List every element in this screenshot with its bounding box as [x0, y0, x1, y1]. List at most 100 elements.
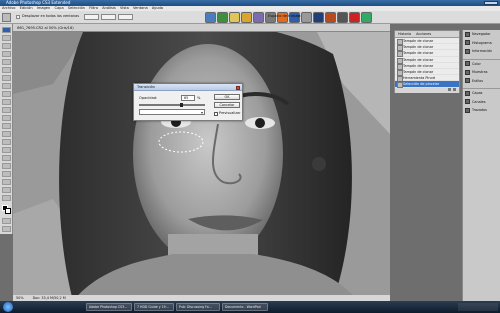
panel-histogram[interactable]: Histograma	[463, 39, 500, 48]
zoom-level[interactable]: 50%	[16, 296, 24, 300]
document-info[interactable]: Doc: 33,4 M/50,2 M	[33, 296, 66, 300]
hand-tool-icon[interactable]	[2, 187, 11, 193]
bridge-icon[interactable]	[325, 12, 336, 23]
close-icon[interactable]	[236, 85, 240, 90]
history-panel: Historia Acciones Tampón de clonar Tampó…	[394, 30, 460, 93]
panel-navigator[interactable]: Navegador	[463, 30, 500, 39]
blur-tool-icon[interactable]	[2, 123, 11, 129]
globe-icon[interactable]	[217, 12, 228, 23]
menu-seleccion[interactable]: Selección	[68, 6, 85, 10]
pen-tool-icon[interactable]	[2, 139, 11, 145]
red-app-icon[interactable]	[349, 12, 360, 23]
panel-info[interactable]: Información	[463, 47, 500, 56]
taskbar: Adobe Photoshop CS3... 7 HDD Guide y 19.…	[0, 301, 500, 313]
paths-icon	[465, 107, 470, 113]
scroll-all-windows-label: Desplazar en todas las ventanas	[22, 14, 80, 18]
color-icon	[465, 61, 470, 67]
opacity-slider-thumb[interactable]	[180, 103, 184, 107]
background-color-swatch[interactable]	[5, 208, 11, 214]
styles-icon	[465, 78, 470, 84]
opacity-label: Opacidad:	[139, 96, 158, 100]
opacity-input[interactable]: 65	[181, 95, 195, 101]
preview-label: Previsualizar	[219, 111, 241, 115]
window-controls[interactable]	[484, 1, 498, 5]
move-tool-icon[interactable]	[2, 27, 11, 33]
mail-icon[interactable]	[229, 12, 240, 23]
network-icon[interactable]	[361, 12, 372, 23]
document-title-bar[interactable]: IMG_7695.CR2 al 50% (Gris/16)	[13, 24, 390, 32]
new-snapshot-icon[interactable]	[448, 88, 451, 91]
healing-tool-icon[interactable]	[2, 75, 11, 81]
history-item-selected[interactable]: Selección de pincelar	[395, 81, 459, 89]
taskbar-item[interactable]: Adobe Photoshop CS3...	[86, 303, 132, 311]
dialog-title-bar[interactable]: Transición	[134, 84, 242, 91]
print-size-button[interactable]	[118, 14, 133, 20]
info-icon	[465, 48, 470, 54]
photo-icon[interactable]	[253, 12, 264, 23]
menu-imagen[interactable]: Imagen	[37, 6, 51, 10]
zoom-tool-icon[interactable]	[2, 195, 11, 201]
screen-mode-icon[interactable]	[2, 226, 11, 232]
menu-ayuda[interactable]: Ayuda	[152, 6, 163, 10]
workspace-label[interactable]: Espacio de trabajo	[268, 14, 300, 18]
notes-tool-icon[interactable]	[2, 171, 11, 177]
menu-capa[interactable]: Capa	[54, 6, 63, 10]
hand-tool-icon[interactable]	[2, 13, 11, 22]
taskbar-item[interactable]: Pub: Discussing Fo...	[176, 303, 220, 311]
brush-tool-icon[interactable]	[2, 83, 11, 89]
type-tool-icon[interactable]	[2, 147, 11, 153]
mode-select[interactable]	[139, 109, 205, 115]
cancel-button[interactable]: Cancelar	[214, 102, 240, 108]
panel-channels[interactable]: Canales	[463, 98, 500, 107]
marquee-tool-icon[interactable]	[2, 35, 11, 41]
preview-checkbox[interactable]	[214, 112, 218, 116]
eraser-tool-icon[interactable]	[2, 107, 11, 113]
panel-paths[interactable]: Trazados	[463, 106, 500, 115]
history-brush-tool-icon[interactable]	[2, 99, 11, 105]
gradient-tool-icon[interactable]	[2, 115, 11, 121]
system-tray	[458, 303, 498, 311]
tool-icon[interactable]	[337, 12, 348, 23]
crop-tool-icon[interactable]	[2, 59, 11, 65]
start-button[interactable]	[3, 302, 13, 312]
panel-histogram-label: Histograma	[472, 40, 492, 45]
slice-tool-icon[interactable]	[2, 67, 11, 73]
opacity-slider-track[interactable]	[139, 104, 205, 106]
actual-pixels-button[interactable]	[84, 14, 99, 20]
taskbar-item[interactable]: 7 HDD Guide y 19...	[134, 303, 174, 311]
panel-styles[interactable]: Estilos	[463, 77, 500, 86]
trash-icon[interactable]	[453, 88, 456, 91]
fit-screen-button[interactable]	[101, 14, 116, 20]
menu-filtro[interactable]: Filtro	[89, 6, 98, 10]
menu-archivo[interactable]: Archivo	[2, 6, 15, 10]
document-canvas[interactable]	[13, 24, 390, 301]
scroll-all-windows-checkbox[interactable]	[16, 15, 20, 19]
eyedropper-tool-icon[interactable]	[2, 179, 11, 185]
app-title: Adobe Photoshop CS3 Extended	[6, 0, 71, 5]
ok-button[interactable]: OK	[214, 94, 240, 100]
workspace-dropdown-icon[interactable]	[297, 15, 300, 18]
taskbar-item[interactable]: Documento - WordPad	[222, 303, 268, 311]
panel-swatches[interactable]: Muestras	[463, 68, 500, 77]
panel-layers[interactable]: Capas	[463, 89, 500, 98]
app-launcher-icon[interactable]	[205, 12, 216, 23]
menu-vista[interactable]: Vista	[120, 6, 129, 10]
menu-ventana[interactable]: Ventana	[133, 6, 148, 10]
path-selection-tool-icon[interactable]	[2, 155, 11, 161]
history-panel-footer	[395, 87, 459, 93]
clone-stamp-tool-icon[interactable]	[2, 91, 11, 97]
shape-tool-icon[interactable]	[2, 163, 11, 169]
wrench-icon[interactable]	[301, 12, 312, 23]
magic-wand-tool-icon[interactable]	[2, 51, 11, 57]
menu-edicion[interactable]: Edición	[20, 6, 33, 10]
tab-actions[interactable]: Acciones	[416, 32, 431, 36]
menu-analisis[interactable]: Análisis	[102, 6, 116, 10]
photoshop-icon[interactable]	[313, 12, 324, 23]
quick-mask-icon[interactable]	[2, 218, 11, 224]
lasso-tool-icon[interactable]	[2, 43, 11, 49]
dodge-tool-icon[interactable]	[2, 131, 11, 137]
panel-color[interactable]: Color	[463, 60, 500, 69]
document-title: IMG_7695.CR2 al 50% (Gris/16)	[17, 26, 74, 30]
tab-history[interactable]: Historia	[398, 32, 411, 36]
folder-icon[interactable]	[241, 12, 252, 23]
